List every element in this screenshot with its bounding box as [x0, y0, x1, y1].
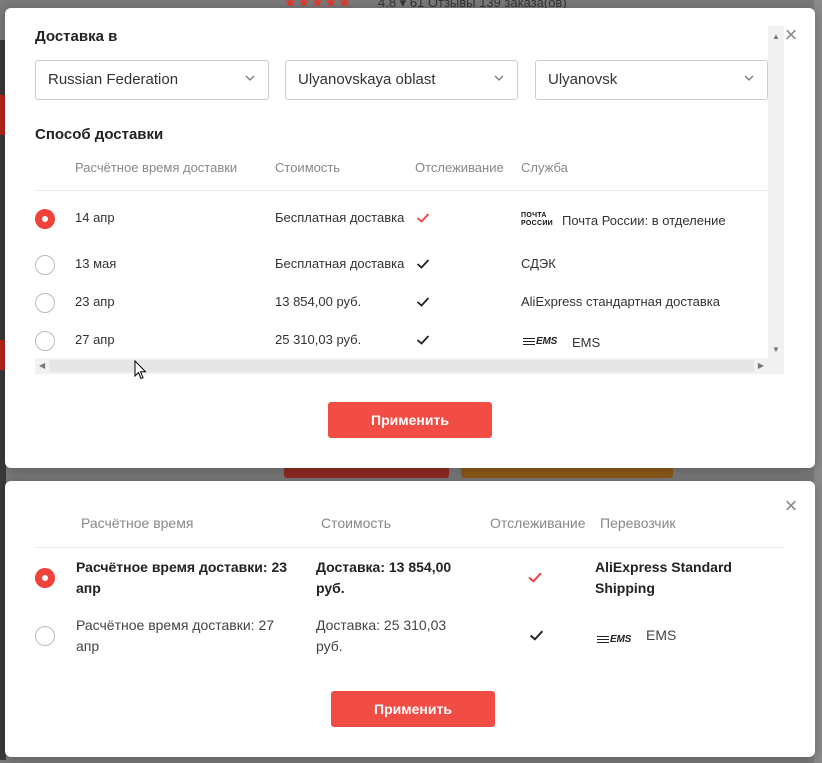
city-select-value: Ulyanovsk [548, 71, 618, 88]
shipping-radio[interactable] [35, 209, 55, 229]
city-select[interactable]: Ulyanovsk [535, 60, 768, 100]
page-right-edge [814, 0, 822, 763]
table-row[interactable]: 14 апр Бесплатная доставка ПОЧТА РОССИИ … [35, 202, 768, 238]
apply-button[interactable]: Применить [331, 691, 495, 727]
check-icon [416, 213, 430, 223]
divider [35, 190, 768, 191]
delivery-date: 14 апр [75, 210, 115, 225]
divider [35, 547, 785, 548]
scrollbar-thumb[interactable] [49, 360, 754, 372]
close-icon[interactable]: × [780, 495, 802, 517]
delivery-date: 23 апр [75, 294, 115, 309]
scroll-up-icon[interactable]: ▲ [772, 32, 780, 41]
scrollbar-corner [768, 358, 784, 374]
shipping-service: СДЭК [521, 256, 556, 271]
delivery-modal: × Доставка в Russian Federation Ulyanovs… [5, 8, 815, 468]
shipping-cost: Бесплатная доставка [275, 210, 405, 225]
table-row[interactable]: 13 мая Бесплатная доставка СДЭК [35, 246, 768, 282]
apply-button[interactable]: Применить [328, 402, 492, 438]
header-delivery-time: Расчётное время [81, 515, 194, 531]
check-icon [416, 335, 430, 345]
shipping-radio[interactable] [35, 331, 55, 351]
ems-logo: EMS [597, 629, 631, 650]
table-row[interactable]: 27 апр 25 310,03 руб. EMS EMS [35, 322, 768, 358]
delivery-date: 27 апр [75, 332, 115, 347]
scroll-down-icon[interactable]: ▼ [772, 345, 780, 354]
shipping-radio[interactable] [35, 255, 55, 275]
header-cost: Стоимость [321, 515, 392, 531]
header-cost: Стоимость [275, 160, 341, 175]
scroll-right-icon[interactable]: ▶ [758, 361, 764, 370]
delivery-date: 13 мая [75, 256, 117, 271]
region-select-value: Ulyanovskaya oblast [298, 71, 436, 88]
shipping-cost: 25 310,03 руб. [275, 332, 362, 347]
shipping-service: EMS [572, 335, 601, 350]
vertical-scrollbar[interactable]: ▲ ▼ [768, 26, 784, 358]
header-delivery-time: Расчётное время доставки [75, 160, 238, 175]
chevron-down-icon [494, 75, 504, 81]
shipping-service: Почта России: в отделение [562, 213, 726, 228]
shipping-options-modal: × Расчётное время Стоимость Отслеживание… [5, 481, 815, 757]
shipping-table: Расчётное время доставки Стоимость Отсле… [35, 148, 768, 358]
modal-title: Доставка в [35, 28, 118, 45]
delivery-time: Расчётное время доставки: 23 апр [76, 559, 288, 596]
check-icon [529, 630, 544, 641]
header-tracking: Отслеживание [490, 515, 586, 531]
shipping-cost: Доставка: 25 310,03 руб. [316, 617, 447, 654]
chevron-down-icon [744, 75, 754, 81]
shipping-service: AliExpress стандартная доставка [521, 294, 720, 309]
check-icon [416, 297, 430, 307]
check-icon [528, 572, 542, 583]
ems-logo: EMS [523, 336, 557, 347]
delivery-time: Расчётное время доставки: 27 апр [76, 617, 275, 654]
region-select[interactable]: Ulyanovskaya oblast [285, 60, 518, 100]
check-icon [416, 259, 430, 269]
table-row[interactable]: 23 апр 13 854,00 руб. AliExpress стандар… [35, 284, 768, 320]
country-select-value: Russian Federation [48, 71, 179, 88]
carrier-name: AliExpress Standard Shipping [595, 559, 732, 596]
header-carrier: Перевозчик [600, 515, 676, 531]
shipping-cost: Бесплатная доставка [275, 256, 405, 271]
country-select[interactable]: Russian Federation [35, 60, 269, 100]
mouse-cursor-icon [134, 360, 147, 380]
shipping-radio[interactable] [35, 293, 55, 313]
chevron-down-icon [245, 75, 255, 81]
shipping-radio[interactable] [35, 626, 55, 646]
shipping-cost: Доставка: 13 854,00 руб. [316, 559, 452, 596]
header-service: Служба [521, 160, 568, 175]
carrier-name: EMS [646, 627, 677, 643]
header-tracking: Отслеживание [415, 160, 504, 175]
shipping-method-heading: Способ доставки [35, 126, 164, 143]
scroll-left-icon[interactable]: ◀ [39, 361, 45, 370]
shipping-radio[interactable] [35, 568, 55, 588]
shipping-cost: 13 854,00 руб. [275, 294, 362, 309]
russian-post-logo: ПОЧТА РОССИИ [521, 212, 553, 227]
